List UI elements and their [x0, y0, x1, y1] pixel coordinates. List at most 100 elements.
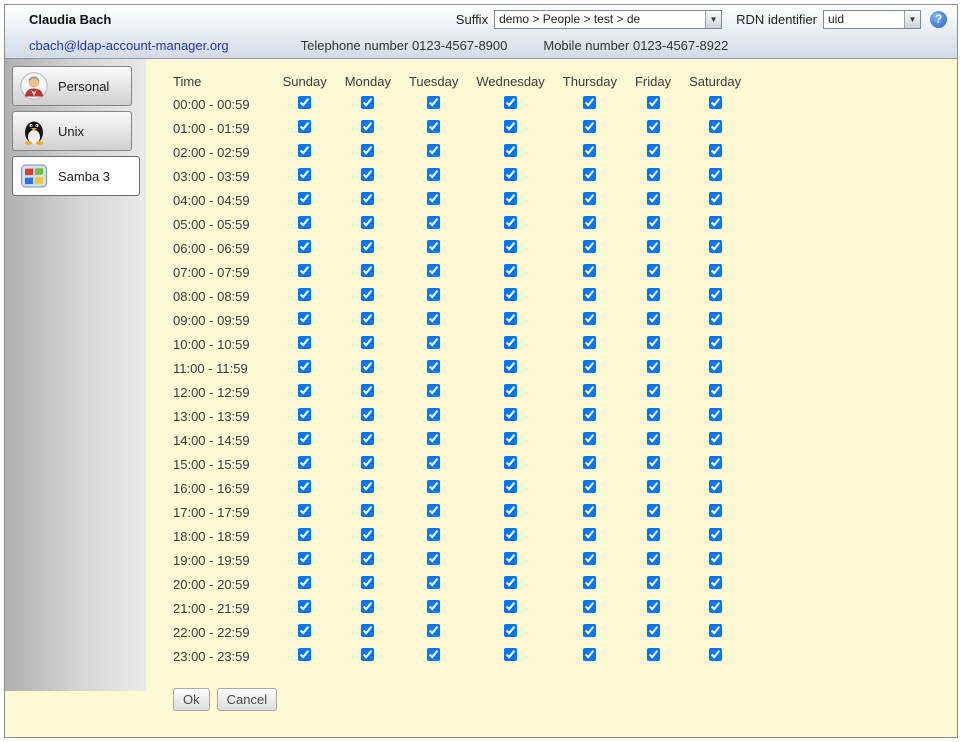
hour-checkbox[interactable]	[427, 96, 440, 109]
hour-checkbox[interactable]	[583, 528, 596, 541]
hour-checkbox[interactable]	[361, 600, 374, 613]
hour-checkbox[interactable]	[709, 168, 722, 181]
hour-checkbox[interactable]	[298, 240, 311, 253]
help-icon[interactable]: ?	[930, 11, 947, 28]
hour-checkbox[interactable]	[361, 336, 374, 349]
hour-checkbox[interactable]	[504, 168, 517, 181]
hour-checkbox[interactable]	[647, 120, 660, 133]
hour-checkbox[interactable]	[427, 504, 440, 517]
hour-checkbox[interactable]	[709, 624, 722, 637]
hour-checkbox[interactable]	[504, 96, 517, 109]
hour-checkbox[interactable]	[709, 144, 722, 157]
hour-checkbox[interactable]	[647, 96, 660, 109]
hour-checkbox[interactable]	[583, 624, 596, 637]
hour-checkbox[interactable]	[504, 288, 517, 301]
hour-checkbox[interactable]	[647, 312, 660, 325]
hour-checkbox[interactable]	[361, 240, 374, 253]
hour-checkbox[interactable]	[709, 600, 722, 613]
hour-checkbox[interactable]	[504, 480, 517, 493]
hour-checkbox[interactable]	[583, 552, 596, 565]
hour-checkbox[interactable]	[709, 552, 722, 565]
email-link[interactable]: cbach@ldap-account-manager.org	[29, 38, 229, 53]
hour-checkbox[interactable]	[583, 96, 596, 109]
hour-checkbox[interactable]	[361, 264, 374, 277]
hour-checkbox[interactable]	[298, 528, 311, 541]
hour-checkbox[interactable]	[583, 336, 596, 349]
hour-checkbox[interactable]	[504, 432, 517, 445]
hour-checkbox[interactable]	[709, 336, 722, 349]
hour-checkbox[interactable]	[583, 600, 596, 613]
hour-checkbox[interactable]	[427, 528, 440, 541]
hour-checkbox[interactable]	[361, 168, 374, 181]
hour-checkbox[interactable]	[504, 624, 517, 637]
hour-checkbox[interactable]	[427, 624, 440, 637]
hour-checkbox[interactable]	[427, 144, 440, 157]
hour-checkbox[interactable]	[361, 288, 374, 301]
hour-checkbox[interactable]	[647, 648, 660, 661]
hour-checkbox[interactable]	[583, 360, 596, 373]
hour-checkbox[interactable]	[504, 576, 517, 589]
hour-checkbox[interactable]	[298, 384, 311, 397]
hour-checkbox[interactable]	[709, 264, 722, 277]
hour-checkbox[interactable]	[427, 432, 440, 445]
hour-checkbox[interactable]	[583, 384, 596, 397]
hour-checkbox[interactable]	[504, 192, 517, 205]
hour-checkbox[interactable]	[583, 288, 596, 301]
hour-checkbox[interactable]	[298, 360, 311, 373]
hour-checkbox[interactable]	[709, 456, 722, 469]
sidebar-item-samba3[interactable]: Samba 3	[12, 156, 140, 196]
hour-checkbox[interactable]	[298, 336, 311, 349]
hour-checkbox[interactable]	[298, 216, 311, 229]
hour-checkbox[interactable]	[427, 120, 440, 133]
hour-checkbox[interactable]	[298, 168, 311, 181]
hour-checkbox[interactable]	[709, 480, 722, 493]
hour-checkbox[interactable]	[647, 264, 660, 277]
hour-checkbox[interactable]	[647, 576, 660, 589]
hour-checkbox[interactable]	[427, 360, 440, 373]
hour-checkbox[interactable]	[298, 96, 311, 109]
hour-checkbox[interactable]	[504, 360, 517, 373]
hour-checkbox[interactable]	[427, 168, 440, 181]
hour-checkbox[interactable]	[709, 360, 722, 373]
hour-checkbox[interactable]	[709, 240, 722, 253]
hour-checkbox[interactable]	[361, 144, 374, 157]
hour-checkbox[interactable]	[709, 576, 722, 589]
hour-checkbox[interactable]	[361, 504, 374, 517]
hour-checkbox[interactable]	[709, 288, 722, 301]
hour-checkbox[interactable]	[361, 480, 374, 493]
hour-checkbox[interactable]	[298, 120, 311, 133]
hour-checkbox[interactable]	[361, 192, 374, 205]
hour-checkbox[interactable]	[647, 336, 660, 349]
hour-checkbox[interactable]	[647, 552, 660, 565]
hour-checkbox[interactable]	[427, 312, 440, 325]
hour-checkbox[interactable]	[361, 456, 374, 469]
sidebar-item-unix[interactable]: Unix	[12, 111, 132, 151]
hour-checkbox[interactable]	[583, 456, 596, 469]
hour-checkbox[interactable]	[504, 264, 517, 277]
hour-checkbox[interactable]	[583, 576, 596, 589]
hour-checkbox[interactable]	[504, 120, 517, 133]
hour-checkbox[interactable]	[647, 480, 660, 493]
hour-checkbox[interactable]	[504, 144, 517, 157]
hour-checkbox[interactable]	[583, 192, 596, 205]
hour-checkbox[interactable]	[298, 480, 311, 493]
hour-checkbox[interactable]	[647, 384, 660, 397]
hour-checkbox[interactable]	[583, 168, 596, 181]
hour-checkbox[interactable]	[427, 216, 440, 229]
hour-checkbox[interactable]	[361, 624, 374, 637]
hour-checkbox[interactable]	[298, 432, 311, 445]
hour-checkbox[interactable]	[361, 312, 374, 325]
hour-checkbox[interactable]	[647, 624, 660, 637]
hour-checkbox[interactable]	[583, 216, 596, 229]
hour-checkbox[interactable]	[361, 432, 374, 445]
hour-checkbox[interactable]	[583, 408, 596, 421]
hour-checkbox[interactable]	[504, 528, 517, 541]
hour-checkbox[interactable]	[298, 408, 311, 421]
hour-checkbox[interactable]	[504, 552, 517, 565]
hour-checkbox[interactable]	[647, 408, 660, 421]
ok-button[interactable]: Ok	[173, 688, 210, 711]
hour-checkbox[interactable]	[647, 216, 660, 229]
hour-checkbox[interactable]	[298, 288, 311, 301]
hour-checkbox[interactable]	[647, 432, 660, 445]
hour-checkbox[interactable]	[583, 144, 596, 157]
